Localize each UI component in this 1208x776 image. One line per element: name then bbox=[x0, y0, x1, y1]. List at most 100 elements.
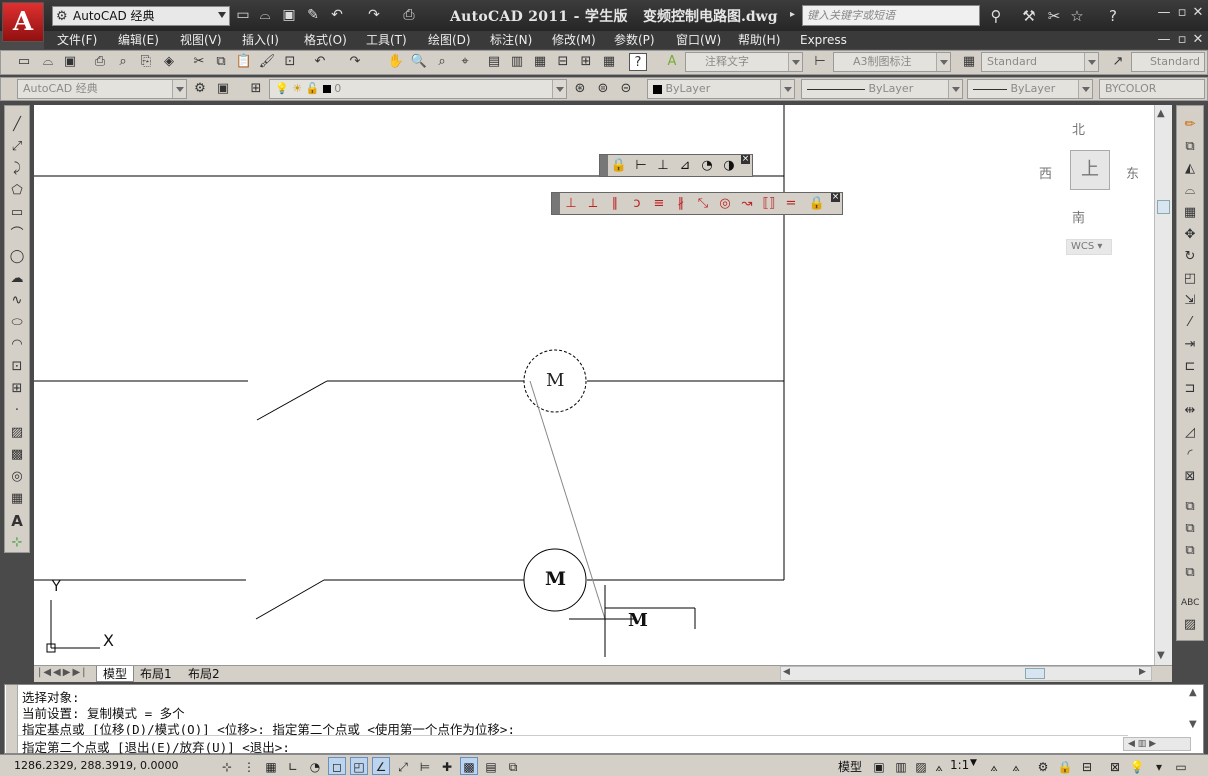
hardware-acceleration-icon[interactable]: ⊟ bbox=[1078, 757, 1096, 775]
redo-icon[interactable]: ↷ bbox=[365, 6, 383, 25]
extend-icon[interactable]: ⇥ bbox=[1181, 336, 1199, 354]
array-icon[interactable]: ▦ bbox=[1181, 204, 1199, 222]
save-as-icon[interactable]: ✎ bbox=[304, 6, 322, 25]
vertical-constraint-icon[interactable]: ⊥ bbox=[654, 157, 672, 175]
3d-dwf-icon[interactable]: ◈ bbox=[160, 53, 178, 71]
menu-modify[interactable]: 修改(M) bbox=[552, 31, 596, 49]
scroll-down-icon[interactable]: ▼ bbox=[1189, 719, 1197, 730]
calculator-icon[interactable]: ▦ bbox=[600, 53, 618, 71]
text-style-dropdown[interactable]: 注释文字 bbox=[685, 52, 803, 72]
lineweight-dropdown[interactable]: ByLayer bbox=[967, 79, 1093, 99]
join-icon[interactable]: ⇹ bbox=[1181, 402, 1199, 420]
horizontal-icon[interactable]: ≡ bbox=[650, 195, 668, 213]
viewcube-south[interactable]: 南 bbox=[1072, 207, 1085, 226]
lineweight-icon[interactable]: ✚ bbox=[438, 757, 456, 775]
lock-ui-icon[interactable]: 🔒 bbox=[1056, 757, 1074, 775]
rotate-icon[interactable]: ↻ bbox=[1181, 248, 1199, 266]
construction-line-icon[interactable]: ⤢ bbox=[8, 138, 26, 156]
block-editor-icon[interactable]: ⊡ bbox=[281, 53, 299, 71]
hatch-back-icon[interactable]: ▨ bbox=[1181, 616, 1199, 634]
erase-icon[interactable]: ✏ bbox=[1181, 116, 1199, 134]
search-input[interactable]: 键入关键字或短语 bbox=[802, 5, 980, 26]
tangent-icon[interactable]: ↄ bbox=[628, 195, 646, 213]
menu-express[interactable]: Express bbox=[800, 31, 847, 49]
parallel-icon[interactable]: ∥ bbox=[606, 195, 624, 213]
ellipse-arc-icon[interactable]: ◠ bbox=[8, 336, 26, 354]
selection-cycling-icon[interactable]: ⧉ bbox=[504, 757, 522, 775]
layer-properties-icon[interactable]: ⊞ bbox=[247, 80, 265, 98]
undo-icon[interactable]: ↶ bbox=[328, 6, 346, 25]
snap-mode-icon[interactable]: ⋮ bbox=[240, 757, 258, 775]
draworder-back-icon[interactable]: ⧉ bbox=[1181, 520, 1199, 538]
coincident-icon[interactable]: ⊥ bbox=[562, 195, 580, 213]
scale-icon[interactable]: ◰ bbox=[1181, 270, 1199, 288]
layer-states-icon[interactable]: ⊝ bbox=[617, 80, 635, 98]
insert-block-icon[interactable]: ⊡ bbox=[8, 358, 26, 376]
smooth-icon[interactable]: ↝ bbox=[738, 195, 756, 213]
perpendicular-icon[interactable]: ⟂ bbox=[584, 195, 602, 213]
zoom-window-icon[interactable]: ⌕ bbox=[433, 53, 451, 71]
mleader-style-dropdown[interactable]: Standard bbox=[1131, 52, 1205, 72]
vertical-scrollbar[interactable]: ▲ ▼ bbox=[1154, 105, 1172, 665]
menu-parametric[interactable]: 参数(P) bbox=[614, 31, 655, 49]
star-icon[interactable]: ☆ bbox=[1066, 6, 1088, 26]
viewcube-face[interactable]: 上 bbox=[1070, 150, 1110, 190]
move-icon[interactable]: ✥ bbox=[1181, 226, 1199, 244]
equal-icon[interactable]: = bbox=[782, 195, 800, 213]
layout-icon[interactable]: ▣ bbox=[870, 757, 888, 775]
mirror-icon[interactable]: ◭ bbox=[1181, 160, 1199, 178]
viewcube-west[interactable]: 西 bbox=[1039, 163, 1052, 182]
mleader-style-icon[interactable]: ↗ bbox=[1109, 53, 1127, 71]
quick-view-drawings-icon[interactable]: ▨ bbox=[912, 757, 930, 775]
region-icon[interactable]: ◎ bbox=[8, 468, 26, 486]
scroll-right-icon[interactable]: ▶ bbox=[1139, 667, 1146, 677]
save-icon[interactable]: ▣ bbox=[61, 53, 79, 71]
infer-constraints-icon[interactable]: ⊹ bbox=[218, 757, 236, 775]
tool-palettes-icon[interactable]: ▦ bbox=[531, 53, 549, 71]
draworder-above-icon[interactable]: ⧉ bbox=[1181, 542, 1199, 560]
model-space-button[interactable]: 模型 bbox=[838, 758, 862, 775]
line-icon[interactable]: ╱ bbox=[8, 116, 26, 134]
dim-style-dropdown[interactable]: A3制图标注 bbox=[833, 52, 951, 72]
quick-properties-icon[interactable]: ▤ bbox=[482, 757, 500, 775]
scroll-left-icon[interactable]: ◀ bbox=[783, 667, 790, 677]
cut-icon[interactable]: ✂ bbox=[190, 53, 208, 71]
workspace-settings-icon[interactable]: ⚙ bbox=[191, 80, 209, 98]
dim-style-icon[interactable]: ⊢ bbox=[811, 53, 829, 71]
fix-icon[interactable]: 🔒 bbox=[808, 195, 826, 213]
app-menu-button[interactable]: A bbox=[2, 2, 44, 42]
color-dropdown[interactable]: ByLayer bbox=[647, 79, 795, 99]
plot-preview-icon[interactable]: ⌕ bbox=[114, 53, 132, 71]
qnew-icon[interactable]: ▭ bbox=[15, 53, 33, 71]
concentric-icon[interactable]: ◎ bbox=[716, 195, 734, 213]
expand-arrow-icon[interactable]: ▸ bbox=[790, 9, 795, 20]
tab-layout2[interactable]: 布局2 bbox=[182, 666, 226, 682]
chamfer-icon[interactable]: ◿ bbox=[1181, 424, 1199, 442]
clean-screen-icon[interactable]: ▭ bbox=[1172, 757, 1190, 775]
paste-icon[interactable]: 📋 bbox=[235, 53, 253, 71]
ortho-mode-icon[interactable]: ∟ bbox=[284, 757, 302, 775]
layer-dropdown[interactable]: 💡 ☀ 🔓 0 bbox=[269, 79, 567, 99]
object-snap-icon[interactable]: ◻ bbox=[328, 757, 346, 775]
make-current-layer-icon[interactable]: ⊛ bbox=[571, 80, 589, 98]
scroll-up-icon[interactable]: ▲ bbox=[1189, 687, 1197, 698]
scroll-thumb[interactable] bbox=[1157, 200, 1170, 214]
menu-edit[interactable]: 编辑(E) bbox=[118, 31, 159, 49]
linear-constraint-icon[interactable]: 🔒 bbox=[610, 157, 628, 175]
copy-icon[interactable]: ⧉ bbox=[212, 53, 230, 71]
menu-file[interactable]: 文件(F) bbox=[57, 31, 97, 49]
scroll-down-icon[interactable]: ▼ bbox=[1157, 650, 1165, 661]
menu-help[interactable]: 帮助(H) bbox=[738, 31, 780, 49]
symmetric-icon[interactable]: ⟦⟧ bbox=[760, 195, 778, 213]
revcloud-icon[interactable]: ☁ bbox=[8, 270, 26, 288]
design-center-icon[interactable]: ▥ bbox=[508, 53, 526, 71]
properties-icon[interactable]: ▤ bbox=[485, 53, 503, 71]
new-file-icon[interactable]: ▭ bbox=[234, 6, 252, 25]
vertical-icon[interactable]: ∦ bbox=[672, 195, 690, 213]
menu-view[interactable]: 视图(V) bbox=[180, 31, 222, 49]
menu-window[interactable]: 窗口(W) bbox=[676, 31, 721, 49]
chevron-down-icon[interactable]: ▼ bbox=[970, 758, 977, 768]
viewcube-north[interactable]: 北 bbox=[1072, 119, 1085, 138]
rectangle-icon[interactable]: ▭ bbox=[8, 204, 26, 222]
horizontal-scrollbar[interactable]: ◀ ▶ bbox=[780, 666, 1152, 681]
